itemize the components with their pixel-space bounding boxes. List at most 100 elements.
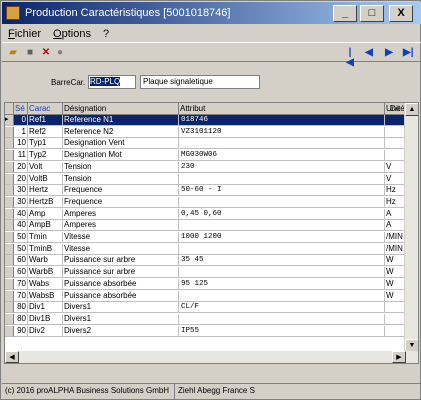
cell-designation[interactable]: Frequence bbox=[63, 196, 179, 208]
header-sequence[interactable]: Sé bbox=[14, 103, 28, 115]
cell-carac[interactable]: Div2 bbox=[28, 325, 63, 337]
cell-designation[interactable]: Tension bbox=[63, 173, 179, 185]
menu-options[interactable]: Options bbox=[53, 28, 91, 40]
cell-sequence[interactable]: 20 bbox=[14, 173, 28, 185]
cell-sequence[interactable]: 80 bbox=[14, 302, 28, 314]
cell-sequence[interactable]: 40 bbox=[14, 220, 28, 232]
cell-sequence[interactable]: 10 bbox=[14, 138, 28, 150]
cell-carac[interactable]: Tmin bbox=[28, 232, 63, 243]
table-row[interactable]: 30 HertzB Frequence Hz bbox=[5, 196, 405, 208]
cell-unite[interactable]: /MIN bbox=[385, 232, 405, 243]
cell-designation[interactable]: Designation Mot bbox=[63, 150, 179, 162]
cell-attribut[interactable]: 230 bbox=[179, 161, 385, 173]
cell-designation[interactable]: Puissance absorbée bbox=[63, 290, 179, 302]
cell-sequence[interactable]: 0 bbox=[14, 115, 28, 126]
cell-carac[interactable]: Typ2 bbox=[28, 150, 63, 162]
maximize-button[interactable]: □ bbox=[360, 5, 384, 22]
cell-carac[interactable]: Div1B bbox=[28, 313, 63, 325]
cell-unite[interactable] bbox=[385, 126, 405, 138]
cell-designation[interactable]: Puissance sur arbre bbox=[63, 267, 179, 279]
cell-attribut[interactable]: 35 45 bbox=[179, 255, 385, 267]
cell-attribut[interactable] bbox=[179, 313, 385, 325]
title-bar[interactable]: Production Caractéristiques [5001018746]… bbox=[2, 2, 421, 24]
cell-unite[interactable]: V bbox=[385, 161, 405, 173]
horizontal-scrollbar[interactable]: ◀ ▶ bbox=[5, 351, 418, 363]
table-row[interactable]: 1 Ref2 Reference N2 VZ3101120 bbox=[5, 126, 405, 138]
cell-attribut[interactable]: VZ3101120 bbox=[179, 126, 385, 138]
cell-sequence[interactable]: 60 bbox=[14, 267, 28, 279]
cell-unite[interactable] bbox=[385, 150, 405, 162]
cell-sequence[interactable]: 80 bbox=[14, 313, 28, 325]
cell-designation[interactable]: Vitesse bbox=[63, 243, 179, 255]
cell-sequence[interactable]: 1 bbox=[14, 126, 28, 138]
cell-sequence[interactable]: 30 bbox=[14, 185, 28, 197]
table-row[interactable]: 60 WarbB Puissance sur arbre W bbox=[5, 267, 405, 279]
cell-unite[interactable]: W bbox=[385, 255, 405, 267]
cell-carac[interactable]: Volt bbox=[28, 161, 63, 173]
cell-carac[interactable]: Wabs bbox=[28, 278, 63, 290]
table-row[interactable]: 30 Hertz Frequence 50-60 - I Hz bbox=[5, 185, 405, 197]
cell-sequence[interactable]: 30 bbox=[14, 196, 28, 208]
cell-attribut[interactable] bbox=[179, 220, 385, 232]
table-row[interactable]: 50 TminB Vitesse/MIN bbox=[5, 243, 405, 255]
cell-sequence[interactable]: 90 bbox=[14, 325, 28, 337]
cell-sequence[interactable]: 11 bbox=[14, 150, 28, 162]
cell-unite[interactable]: A bbox=[385, 208, 405, 220]
cell-designation[interactable]: Divers1 bbox=[63, 302, 179, 314]
cell-designation[interactable]: Vitesse bbox=[63, 232, 179, 243]
header-de[interactable]: De bbox=[389, 103, 405, 115]
cell-attribut[interactable] bbox=[179, 173, 385, 185]
table-row[interactable]: 90 Div2 Divers2 IP55 bbox=[5, 325, 405, 337]
cell-unite[interactable]: A bbox=[385, 220, 405, 232]
cell-unite[interactable]: W bbox=[385, 290, 405, 302]
cell-carac[interactable]: Div1 bbox=[28, 302, 63, 314]
cell-attribut[interactable]: CL/F bbox=[179, 302, 385, 314]
menu-fichier[interactable]: Fichier bbox=[8, 28, 41, 40]
cell-unite[interactable]: /MIN bbox=[385, 243, 405, 255]
cell-unite[interactable]: Hz bbox=[385, 185, 405, 197]
table-row[interactable]: 20 VoltB Tension V bbox=[5, 173, 405, 185]
open-folder-icon[interactable]: ▰ bbox=[7, 47, 19, 59]
cell-sequence[interactable]: 70 bbox=[14, 278, 28, 290]
cell-sequence[interactable]: 50 bbox=[14, 243, 28, 255]
cell-carac[interactable]: HertzB bbox=[28, 196, 63, 208]
cell-carac[interactable]: VoltB bbox=[28, 173, 63, 185]
cell-attribut[interactable] bbox=[179, 243, 385, 255]
cell-designation[interactable]: Amperes bbox=[63, 220, 179, 232]
cell-sequence[interactable]: 70 bbox=[14, 290, 28, 302]
cell-carac[interactable]: Typ1 bbox=[28, 138, 63, 150]
cell-attribut[interactable]: 95 125 bbox=[179, 278, 385, 290]
last-record-icon[interactable]: ▶| bbox=[403, 48, 414, 58]
cancel-icon[interactable]: ● bbox=[54, 47, 66, 59]
cell-carac[interactable]: Ref1 bbox=[28, 115, 63, 126]
cell-attribut[interactable]: 018746 bbox=[179, 115, 385, 126]
header-attribut[interactable]: Attribut bbox=[179, 103, 385, 115]
cell-attribut[interactable] bbox=[179, 267, 385, 279]
table-row[interactable]: 20 Volt Tension 230 V bbox=[5, 161, 405, 173]
characteristics-grid[interactable]: Sé Carac Désignation Attribut Unité De ▸… bbox=[4, 102, 419, 364]
close-button[interactable]: X bbox=[389, 5, 413, 22]
cell-sequence[interactable]: 50 bbox=[14, 232, 28, 243]
scroll-up-icon[interactable]: ▲ bbox=[405, 103, 418, 116]
delete-icon[interactable]: ✕ bbox=[40, 47, 52, 59]
table-row[interactable]: 10 Typ1 Designation Vent bbox=[5, 138, 405, 150]
table-row[interactable]: 40 Amp Amperes 0,45 0,60 A bbox=[5, 208, 405, 220]
next-record-icon[interactable]: ▶ bbox=[384, 48, 394, 58]
table-row[interactable]: 40 AmpB Amperes A bbox=[5, 220, 405, 232]
header-designation[interactable]: Désignation bbox=[63, 103, 179, 115]
scroll-right-icon[interactable]: ▶ bbox=[392, 351, 406, 363]
save-icon[interactable]: ■ bbox=[24, 47, 36, 59]
table-row[interactable]: 11 Typ2 Designation Mot MG030W06 bbox=[5, 150, 405, 162]
cell-sequence[interactable]: 20 bbox=[14, 161, 28, 173]
cell-carac[interactable]: Ref2 bbox=[28, 126, 63, 138]
cell-designation[interactable]: Reference N2 bbox=[63, 126, 179, 138]
cell-carac[interactable]: Warb bbox=[28, 255, 63, 267]
vertical-scrollbar[interactable]: ▲ ▼ bbox=[404, 103, 418, 352]
cell-unite[interactable] bbox=[385, 138, 405, 150]
cell-attribut[interactable] bbox=[179, 138, 385, 150]
cell-designation[interactable]: Amperes bbox=[63, 208, 179, 220]
cell-attribut[interactable] bbox=[179, 196, 385, 208]
cell-designation[interactable]: Designation Vent bbox=[63, 138, 179, 150]
cell-designation[interactable]: Frequence bbox=[63, 185, 179, 197]
cell-carac[interactable]: TminB bbox=[28, 243, 63, 255]
